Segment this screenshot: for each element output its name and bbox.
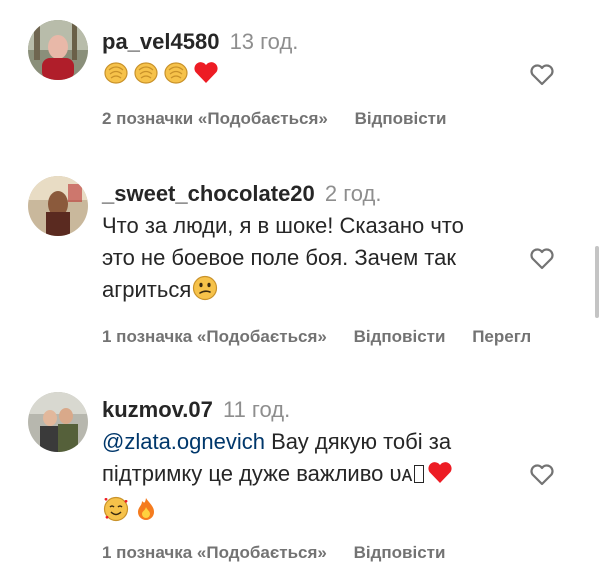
comment-header: _sweet_chocolate20 2 год.: [102, 180, 382, 208]
scrollbar[interactable]: [595, 246, 599, 318]
fire-icon: [132, 495, 160, 532]
timestamp: 2 год.: [324, 181, 382, 206]
likes-count-button[interactable]: 1 позначка «Подобається»: [102, 327, 327, 346]
reply-button[interactable]: Відповісти: [354, 327, 446, 346]
comment-text-line: Что за люди, я в шоке! Сказано что: [102, 213, 464, 238]
comment-actions: 2 позначки «Подобається» Відповісти: [102, 108, 468, 130]
flag-text: ᴜᴀ: [389, 461, 413, 486]
view-translation-button[interactable]: Перегл: [472, 327, 531, 346]
comment-text-line: @zlata.ognevich Вау дякую тобі за: [102, 426, 512, 458]
avatar[interactable]: [28, 176, 88, 236]
clapping-hands-icon: [102, 58, 130, 95]
username[interactable]: kuzmov.07: [102, 397, 213, 422]
comment-text-line: [102, 495, 512, 532]
comment-header: kuzmov.07 11 год.: [102, 396, 290, 424]
comment-actions: 1 позначка «Подобається» Відповісти: [102, 542, 467, 564]
comment-text: @zlata.ognevich Вау дякую тобі за підтри…: [102, 426, 512, 532]
comment-text-fragment: підтримку це дуже важливо: [102, 461, 390, 486]
timestamp: 11 год.: [222, 397, 291, 422]
username[interactable]: _sweet_chocolate20: [102, 181, 315, 206]
username[interactable]: pa_vel4580: [102, 29, 219, 54]
avatar[interactable]: [28, 392, 88, 452]
comment-text-fragment: агриться: [102, 277, 192, 302]
reply-button[interactable]: Відповісти: [355, 109, 447, 128]
confused-face-icon: [191, 274, 219, 311]
red-heart-icon: [192, 58, 220, 95]
red-heart-icon: [426, 458, 454, 495]
comment-text-line: підтримку це дуже важливо ᴜᴀ: [102, 458, 512, 495]
missing-glyph-icon: [414, 465, 425, 483]
like-heart-icon[interactable]: [528, 244, 556, 272]
clapping-hands-icon: [162, 58, 190, 95]
clapping-hands-icon: [132, 58, 160, 95]
comment-text-fragment: Вау дякую тобі за: [264, 429, 452, 454]
timestamp: 13 год.: [229, 29, 299, 54]
comment-actions: 1 позначка «Подобається» Відповісти Пере…: [102, 326, 553, 348]
comment-text: [102, 58, 512, 95]
like-heart-icon[interactable]: [528, 60, 556, 88]
comment-header: pa_vel4580 13 год.: [102, 28, 298, 56]
comment-text-line-last: агриться: [102, 274, 512, 311]
smiling-face-with-hearts-icon: [102, 495, 130, 532]
avatar[interactable]: [28, 20, 88, 80]
likes-count-button[interactable]: 1 позначка «Подобається»: [102, 543, 327, 562]
reply-button[interactable]: Відповісти: [354, 543, 446, 562]
mention-link[interactable]: @zlata.ognevich: [102, 429, 265, 454]
comment-text: Что за люди, я в шоке! Сказано что это н…: [102, 210, 512, 311]
likes-count-button[interactable]: 2 позначки «Подобається»: [102, 109, 328, 128]
like-heart-icon[interactable]: [528, 460, 556, 488]
comment-text-line: это не боевое поле боя. Зачем так: [102, 245, 456, 270]
